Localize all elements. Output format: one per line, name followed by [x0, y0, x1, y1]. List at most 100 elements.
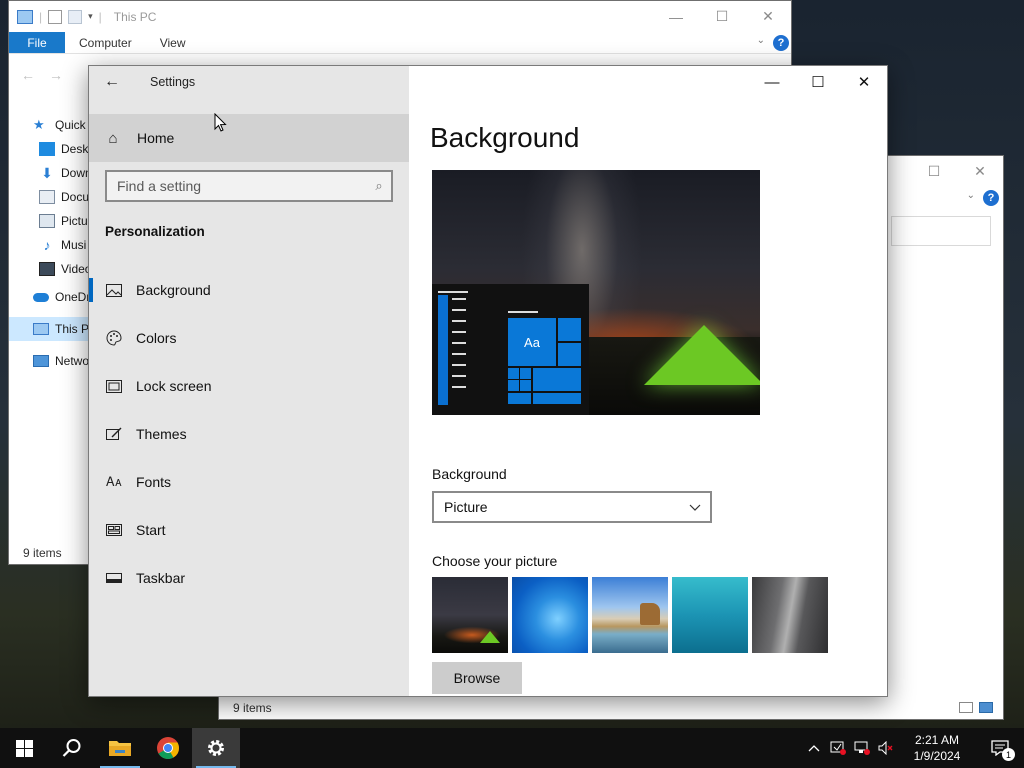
nav-item-lock-screen[interactable]: Lock screen — [89, 362, 409, 410]
minimize-button[interactable]: — — [749, 66, 795, 98]
help-icon[interactable]: ? — [983, 190, 999, 206]
taskbar-search-button[interactable] — [48, 728, 96, 768]
picture-thumbnail-underwater[interactable] — [672, 577, 748, 653]
home-icon: ⌂ — [108, 129, 118, 147]
network-disconnected-icon[interactable] — [850, 728, 874, 768]
security-warning-icon[interactable] — [826, 728, 850, 768]
start-button[interactable] — [0, 728, 48, 768]
preview-tent — [644, 325, 760, 385]
settings-sidebar: ← Settings ⌂ Home Find a setting ⌕ Perso… — [89, 66, 409, 696]
maximize-button[interactable]: ☐ — [911, 156, 957, 186]
nav-item-colors[interactable]: Colors — [89, 314, 409, 362]
minimize-button[interactable]: — — [653, 1, 699, 32]
font-icon: Ꭺᴀ — [106, 474, 122, 489]
forward-arrow-icon[interactable]: → — [49, 67, 63, 83]
back-button[interactable]: ← — [89, 66, 135, 98]
explorer-ribbon: File Computer View — [9, 32, 791, 54]
tree-item-this-pc[interactable]: This PC — [9, 317, 89, 341]
close-button[interactable]: ✕ — [957, 156, 1003, 186]
ribbon-tab-computer[interactable]: Computer — [65, 32, 146, 53]
ribbon-tab-file[interactable]: File — [9, 32, 65, 53]
separator: | — [39, 9, 43, 24]
tree-item-music[interactable]: ♪ Musi — [9, 233, 89, 257]
ribbon-expand-icon[interactable]: ⌄ — [757, 35, 765, 46]
computer-icon — [17, 9, 33, 24]
tree-item-documents[interactable]: Docu — [9, 185, 89, 209]
nav-item-label: Taskbar — [136, 570, 186, 586]
taskbar-settings[interactable] — [192, 728, 240, 768]
large-icons-view-icon[interactable] — [979, 702, 993, 713]
customize-toolbar-icon[interactable]: ▾ — [88, 11, 93, 22]
preview-menu-line — [438, 291, 468, 293]
background-type-dropdown[interactable]: Picture — [432, 491, 712, 523]
nav-item-taskbar[interactable]: Taskbar — [89, 554, 409, 602]
ribbon-tab-view[interactable]: View — [146, 32, 200, 53]
tree-item-label: Musi — [61, 238, 87, 252]
back-arrow-icon[interactable]: ← — [21, 67, 35, 83]
picture-thumbnail-night-sky[interactable] — [432, 577, 508, 653]
new-folder-icon[interactable] — [68, 9, 83, 24]
volume-muted-icon[interactable] — [874, 728, 898, 768]
taskbar-clock[interactable]: 2:21 AM 1/9/2024 — [898, 732, 976, 764]
maximize-button[interactable]: ☐ — [795, 66, 841, 98]
clock-date: 1/9/2024 — [913, 749, 961, 763]
close-button[interactable]: ✕ — [745, 1, 791, 32]
brush-icon — [105, 425, 123, 443]
tree-item-label: Down — [61, 166, 89, 180]
tree-item-desktop[interactable]: Deskt — [9, 137, 89, 161]
picture-thumbnail-beach-rocks[interactable] — [592, 577, 668, 653]
tree-item-network[interactable]: Netwo — [9, 349, 89, 373]
home-nav-item[interactable]: ⌂ Home — [89, 114, 409, 162]
preview-tile — [533, 393, 581, 404]
background-label: Background — [432, 466, 507, 482]
nav-item-themes[interactable]: Themes — [89, 410, 409, 458]
tree-item-videos[interactable]: Video — [9, 257, 89, 281]
preview-tiles-line — [508, 311, 538, 313]
maximize-button[interactable]: ☐ — [699, 1, 745, 32]
tree-item-downloads[interactable]: ⬇ Down — [9, 161, 89, 185]
search-box[interactable] — [891, 216, 991, 246]
app-title: Settings — [150, 75, 196, 89]
taskbar: 2:21 AM 1/9/2024 1 — [0, 728, 1024, 768]
choose-picture-label: Choose your picture — [432, 553, 558, 569]
chevron-up-icon[interactable] — [802, 728, 826, 768]
tree-item-onedrive[interactable]: OneDr — [9, 285, 89, 309]
search-icon[interactable]: ⌕ — [367, 178, 391, 194]
close-button[interactable]: ✕ — [841, 66, 887, 98]
taskbar-file-explorer[interactable] — [96, 728, 144, 768]
picture-thumbnail-windows-blue[interactable] — [512, 577, 588, 653]
preview-tile — [520, 380, 531, 391]
browse-button[interactable]: Browse — [432, 662, 522, 694]
help-icon[interactable]: ? — [773, 35, 789, 51]
tree-item-label: This PC — [55, 322, 89, 336]
video-icon — [39, 262, 55, 276]
tree-item-label: Video — [61, 262, 89, 276]
star-icon: ★ — [33, 117, 45, 132]
search-icon — [62, 739, 81, 757]
taskbar-chrome[interactable] — [144, 728, 192, 768]
view-toggle — [959, 702, 993, 713]
chrome-icon — [157, 737, 179, 759]
ribbon-expand-icon[interactable]: ⌄ — [967, 190, 975, 201]
gear-icon — [208, 740, 224, 756]
windows-logo-icon — [15, 739, 33, 757]
desktop-folder-icon — [39, 142, 55, 156]
action-center-button[interactable]: 1 — [976, 728, 1024, 768]
tree-item-label: Deskt — [61, 142, 89, 156]
nav-item-start[interactable]: Start — [89, 506, 409, 554]
tree-item-pictures[interactable]: Pictu — [9, 209, 89, 233]
tree-item-quick-access[interactable]: ★ Quick — [9, 113, 89, 137]
folder-icon — [109, 741, 131, 756]
picture-thumbnail-waterfall[interactable] — [752, 577, 828, 653]
nav-item-label: Fonts — [136, 474, 172, 490]
picture-thumbnails — [432, 577, 828, 653]
details-view-icon[interactable] — [959, 702, 973, 713]
explorer2-window-controls: ☐ ✕ — [911, 156, 1003, 186]
properties-icon[interactable] — [48, 9, 63, 24]
find-setting-search-input[interactable]: Find a setting ⌕ — [105, 170, 393, 202]
preview-menu-lines — [452, 298, 466, 397]
search-placeholder: Find a setting — [117, 178, 202, 194]
nav-item-background[interactable]: Background — [89, 266, 409, 314]
computer-icon — [33, 323, 49, 335]
nav-item-fonts[interactable]: Ꭺᴀ Fonts — [89, 458, 409, 506]
